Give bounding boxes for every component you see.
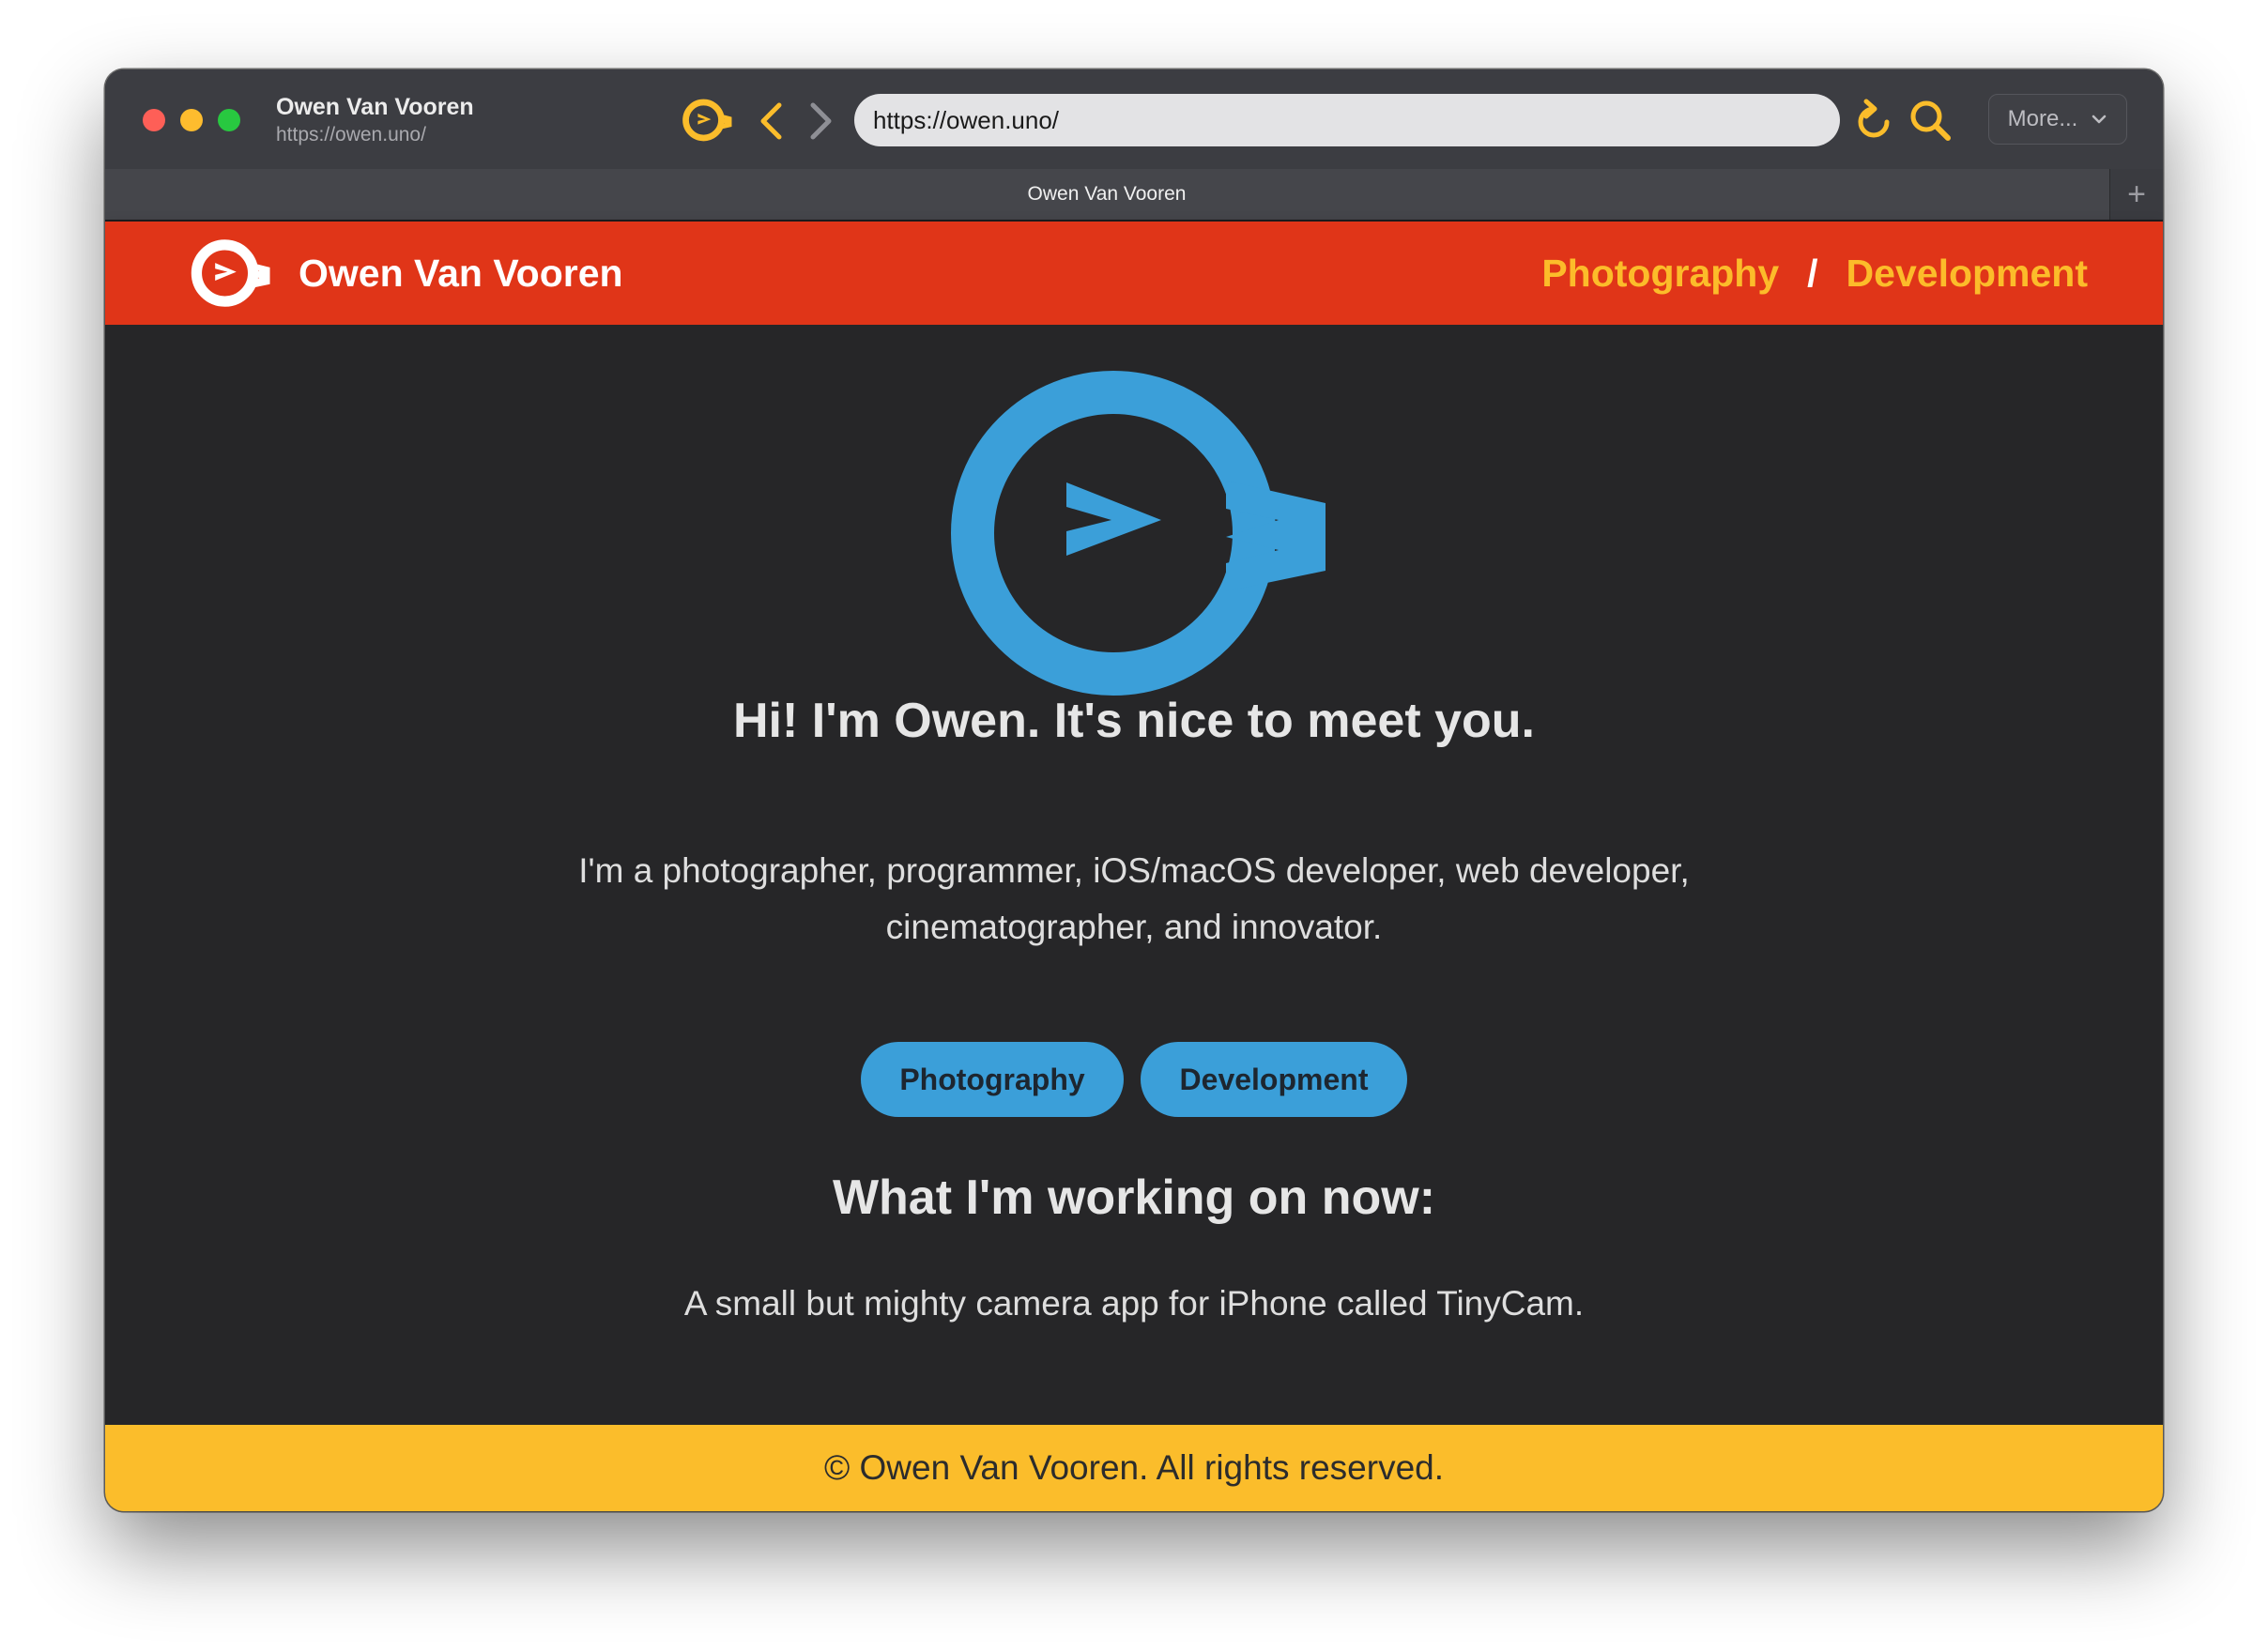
zoom-window-button[interactable] [218, 109, 240, 131]
hero-logo-icon [951, 371, 1326, 696]
minimize-window-button[interactable] [180, 109, 203, 131]
more-menu-button[interactable]: More... [1988, 94, 2127, 145]
site-nav: Photography / Development [1541, 222, 2088, 325]
address-text: https://owen.uno/ [873, 105, 1060, 134]
tab-bar: Owen Van Vooren + [105, 169, 2163, 222]
main-content: Hi! I'm Owen. It's nice to meet you. I'm… [105, 325, 2163, 1425]
site-footer: © Owen Van Vooren. All rights reserved. [105, 1425, 2163, 1511]
working-text: A small but mighty camera app for iPhone… [683, 1284, 1585, 1323]
close-window-button[interactable] [143, 109, 165, 131]
search-icon[interactable] [1908, 98, 1954, 145]
plus-icon: + [2127, 176, 2146, 212]
site-logo[interactable] [188, 236, 278, 311]
nav-photography-link[interactable]: Photography [1541, 252, 1779, 296]
reload-icon[interactable] [1853, 98, 1896, 145]
new-tab-button[interactable]: + [2109, 169, 2163, 220]
tab-title-label: Owen Van Vooren [1027, 183, 1187, 205]
nav-separator: / [1807, 251, 1818, 295]
address-bar[interactable]: https://owen.uno/ [854, 94, 1840, 146]
titlebar: Owen Van Vooren https://owen.uno/ https:… [105, 69, 2163, 169]
intro-text: I'm a photographer, programmer, iOS/macO… [578, 851, 1690, 946]
chevron-down-icon [2092, 115, 2107, 124]
working-heading: What I'm working on now: [832, 1170, 1436, 1225]
photography-button[interactable]: Photography [861, 1042, 1124, 1117]
window-title: Owen Van Vooren [276, 94, 474, 120]
back-icon[interactable] [757, 101, 785, 141]
development-button[interactable]: Development [1141, 1042, 1407, 1117]
tab-active[interactable]: Owen Van Vooren [105, 169, 2108, 220]
forward-icon[interactable] [807, 101, 835, 141]
window-url: https://owen.uno/ [276, 124, 426, 145]
nav-development-link[interactable]: Development [1847, 252, 2088, 296]
section-buttons: Photography Development [105, 1042, 2163, 1117]
browser-window: Owen Van Vooren https://owen.uno/ https:… [105, 69, 2163, 1511]
site-logo-icon[interactable] [680, 96, 738, 145]
site-name-link[interactable]: Owen Van Vooren [299, 222, 623, 325]
more-label: More... [2007, 106, 2078, 131]
site-header: Owen Van Vooren Photography / Developmen… [105, 222, 2163, 325]
copyright-text: © Owen Van Vooren. All rights reserved. [823, 1448, 1445, 1487]
greeting-heading: Hi! I'm Owen. It's nice to meet you. [733, 694, 1535, 748]
